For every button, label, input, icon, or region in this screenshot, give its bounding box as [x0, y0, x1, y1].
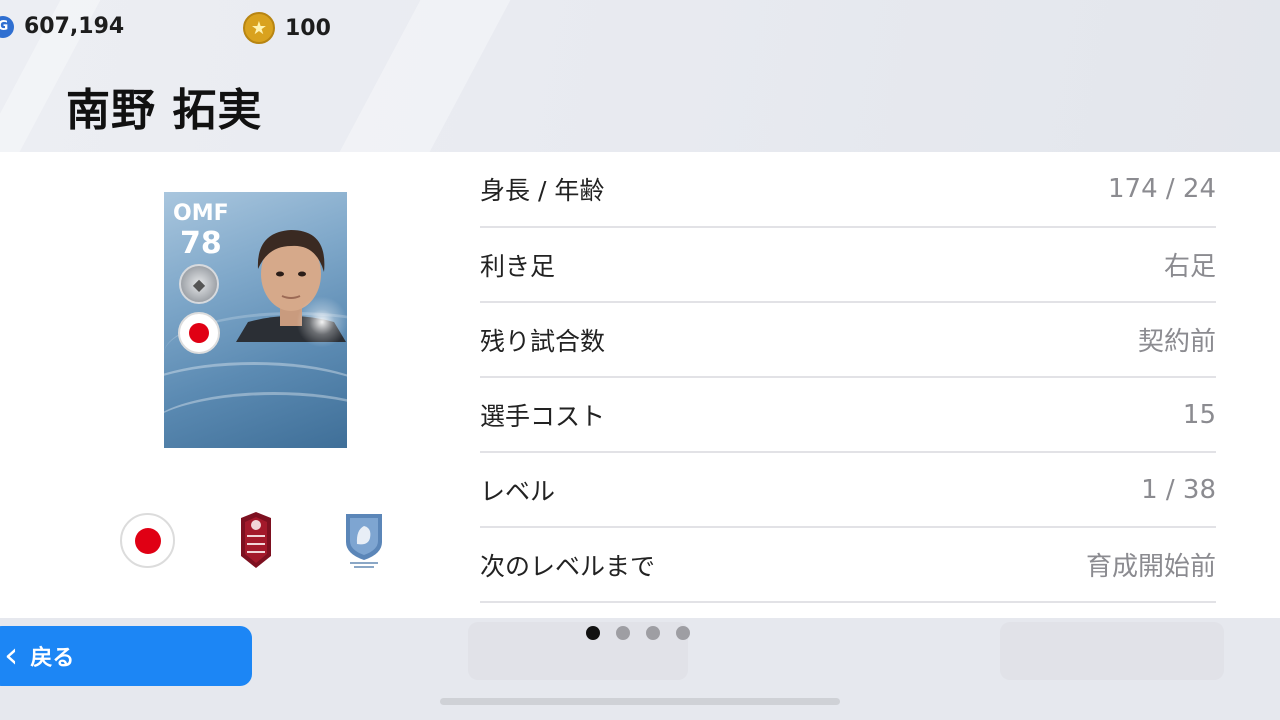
stat-row-next-level: 次のレベルまで 育成開始前 — [480, 528, 1216, 603]
stat-value: 174 / 24 — [1108, 174, 1216, 204]
back-button-label: 戻る — [30, 646, 75, 671]
player-name: 南野 拓実 — [66, 85, 263, 136]
page-dot[interactable] — [676, 626, 690, 640]
gp-amount: 607,194 — [24, 14, 125, 39]
stat-value: 15 — [1182, 399, 1216, 430]
league-badge-icon: ◆ — [179, 264, 219, 304]
faded-button — [1000, 622, 1224, 680]
japan-flag-icon — [120, 513, 175, 568]
stat-row-player-cost: 選手コスト 15 — [480, 378, 1216, 453]
player-stats-list: 身長 / 年齢 174 / 24 利き足 右足 残り試合数 契約前 選手コスト … — [480, 152, 1216, 603]
stat-row-level: レベル 1 / 38 — [480, 453, 1216, 528]
stat-row-foot: 利き足 右足 — [480, 228, 1216, 303]
gp-counter: G 607,194 — [0, 14, 124, 39]
league-emblem-icon — [346, 514, 382, 568]
home-indicator[interactable] — [440, 698, 840, 705]
stat-value: 契約前 — [1137, 327, 1216, 357]
card-sparkle — [292, 292, 347, 352]
back-button[interactable]: ‹ 戻る — [0, 626, 252, 686]
card-position: OMF — [173, 201, 229, 226]
page-dot[interactable] — [646, 626, 660, 640]
stat-row-height-age: 身長 / 年齢 174 / 24 — [480, 152, 1216, 228]
gp-icon: G — [0, 15, 14, 38]
card-wave — [164, 392, 347, 448]
page-indicator — [586, 626, 690, 640]
page-dot[interactable] — [616, 626, 630, 640]
coin-counter: ★ 100 — [243, 12, 331, 44]
stat-label: レベル — [480, 476, 556, 506]
stat-label: 残り試合数 — [480, 326, 606, 356]
stat-value: 右足 — [1163, 252, 1216, 282]
page-dot-active[interactable] — [586, 626, 600, 640]
chevron-left-icon: ‹ — [4, 635, 19, 676]
club-emblem-icon — [241, 512, 271, 568]
stat-value: 1 / 38 — [1141, 474, 1216, 505]
stat-row-remaining-matches: 残り試合数 契約前 — [480, 303, 1216, 378]
coin-icon: ★ — [243, 12, 275, 44]
stat-label: 利き足 — [480, 251, 556, 281]
stat-label: 身長 / 年齢 — [480, 176, 605, 205]
card-rating: 78 — [180, 226, 222, 261]
player-card[interactable]: OMF 78 ◆ — [164, 192, 347, 448]
japan-flag-icon — [178, 312, 220, 354]
stat-value: 育成開始前 — [1085, 552, 1216, 582]
stat-label: 次のレベルまで — [480, 551, 656, 581]
stat-label: 選手コスト — [480, 401, 606, 431]
coin-amount: 100 — [285, 15, 331, 41]
